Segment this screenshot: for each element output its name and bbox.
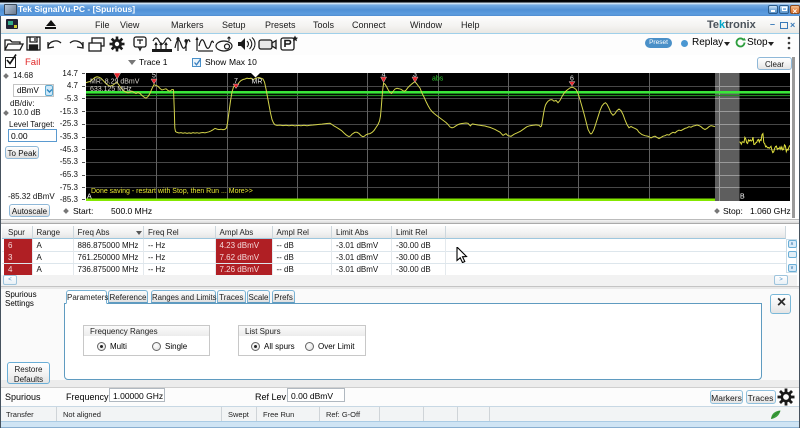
svg-text:B: B <box>740 194 745 201</box>
svg-text:7: 7 <box>234 78 238 85</box>
svg-text:MR: 8.29 dBmV: MR: 8.29 dBmV <box>90 78 140 85</box>
svg-text:abs: abs <box>432 76 444 83</box>
svg-text:3: 3 <box>413 73 417 79</box>
svg-text:A: A <box>87 194 92 201</box>
svg-text:633.125 MHz: 633.125 MHz <box>90 86 132 93</box>
svg-text:4: 4 <box>382 73 386 79</box>
svg-text:Done saving - restart with Sto: Done saving - restart with Stop, then Ru… <box>91 188 253 195</box>
svg-text:6: 6 <box>570 76 574 83</box>
svg-text:5: 5 <box>152 73 156 80</box>
svg-text:MR: MR <box>252 79 263 86</box>
